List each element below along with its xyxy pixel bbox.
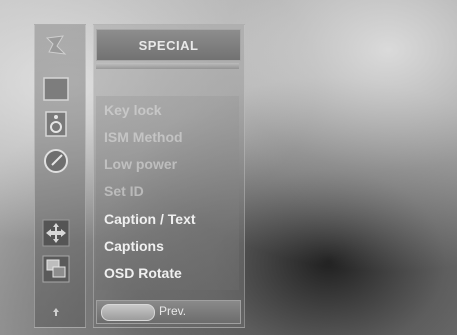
- menu-title: SPECIAL: [96, 29, 241, 61]
- special-icon[interactable]: [39, 218, 73, 248]
- menu-icon-column: [34, 24, 86, 328]
- up-arrow-icon: [39, 297, 73, 327]
- menu-item-captions[interactable]: Captions: [104, 238, 164, 254]
- audio-icon[interactable]: [39, 109, 73, 139]
- pip-icon[interactable]: [39, 254, 73, 284]
- menu-item-ism-method[interactable]: ISM Method: [104, 129, 183, 145]
- menu-item-low-power[interactable]: Low power: [104, 156, 177, 172]
- menu-list: Key lock ISM Method Low power Set ID Cap…: [96, 96, 239, 290]
- menu-item-osd-rotate[interactable]: OSD Rotate: [104, 265, 182, 281]
- menu-item-caption-text[interactable]: Caption / Text: [104, 211, 196, 227]
- screen-icon[interactable]: [39, 74, 73, 104]
- menu-footer: Prev.: [96, 300, 241, 324]
- menu-item-set-id[interactable]: Set ID: [104, 183, 144, 199]
- prev-button[interactable]: [101, 304, 155, 321]
- prev-label: Prev.: [159, 304, 187, 318]
- menu-divider: [96, 63, 239, 69]
- picture-icon[interactable]: [39, 31, 73, 61]
- time-icon[interactable]: [39, 146, 73, 176]
- menu-item-key-lock[interactable]: Key lock: [104, 102, 162, 118]
